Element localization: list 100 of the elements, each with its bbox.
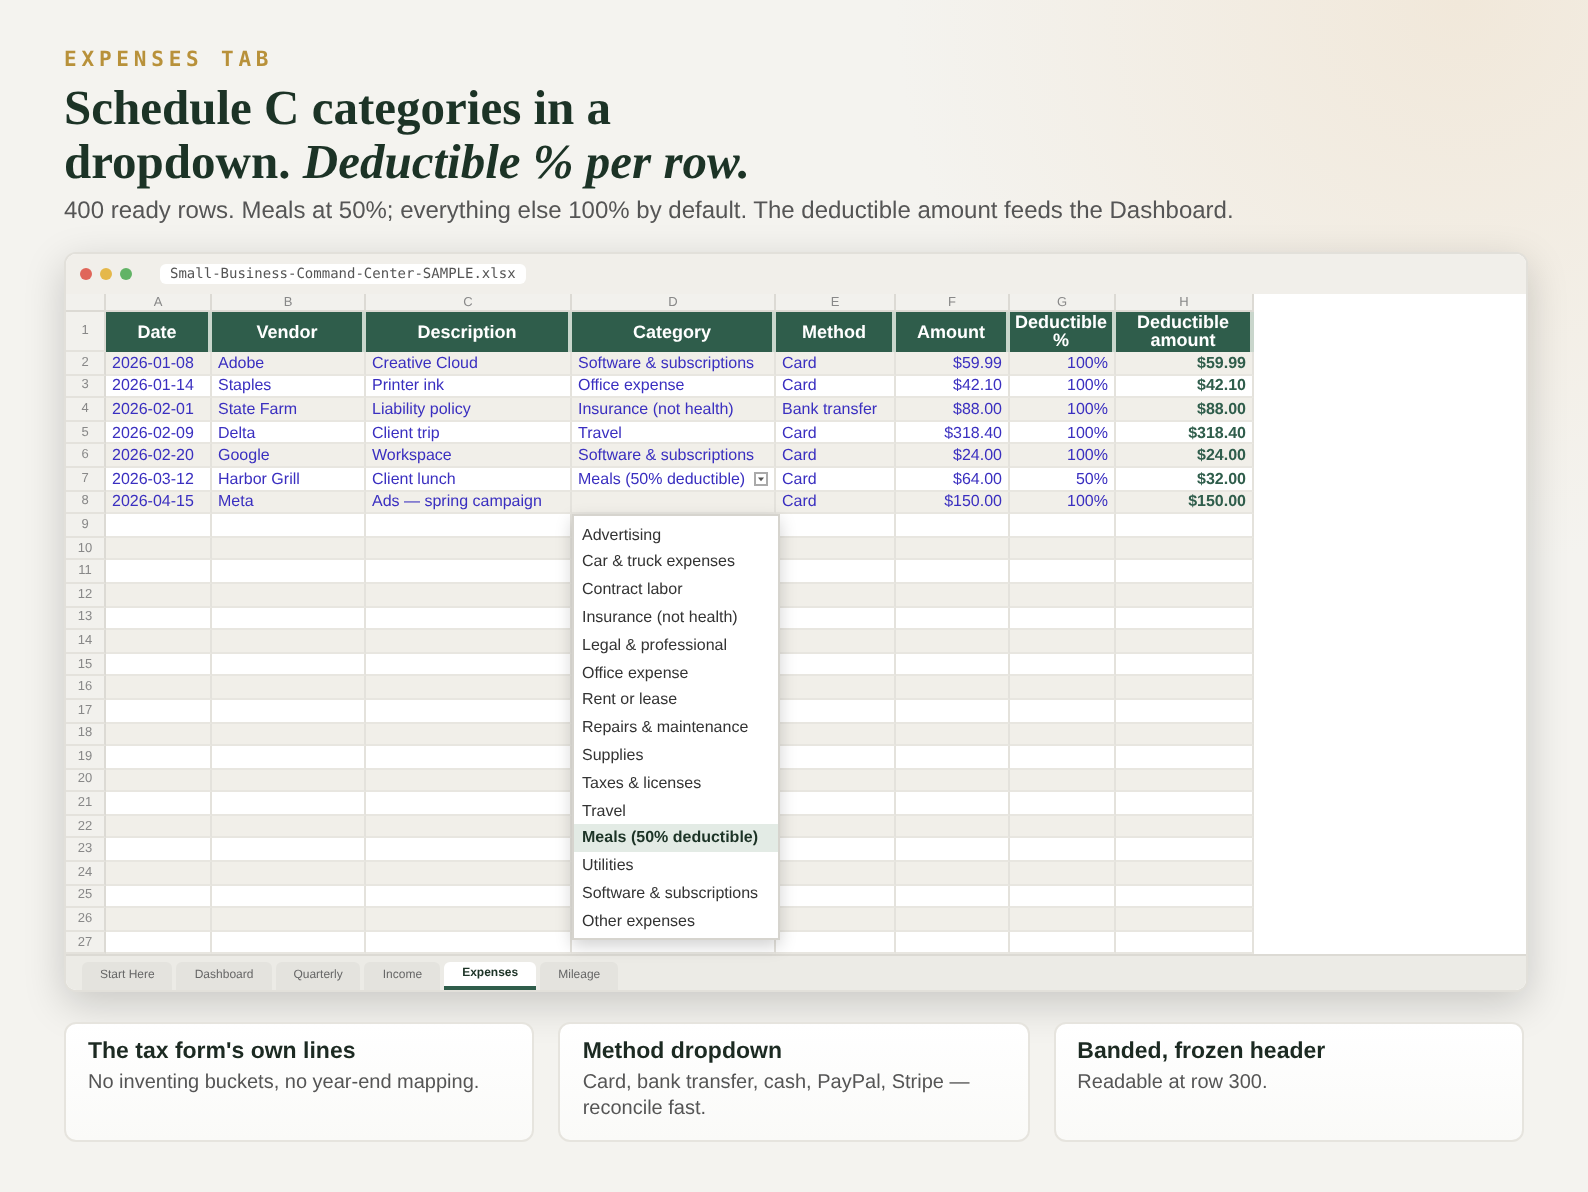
table-cell[interactable] xyxy=(366,723,572,747)
table-cell[interactable] xyxy=(1010,699,1116,723)
table-cell[interactable] xyxy=(1010,607,1116,631)
table-cell[interactable] xyxy=(1116,676,1254,700)
table-cell[interactable] xyxy=(366,630,572,654)
table-cell[interactable]: 100% xyxy=(1010,375,1116,399)
table-cell[interactable] xyxy=(1010,537,1116,561)
table-cell[interactable] xyxy=(1116,607,1254,631)
table-cell[interactable] xyxy=(896,815,1010,839)
table-cell[interactable]: Adobe xyxy=(212,352,366,376)
table-cell[interactable] xyxy=(366,792,572,816)
table-cell[interactable] xyxy=(106,792,212,816)
table-cell[interactable] xyxy=(366,514,572,538)
table-cell[interactable]: Bank transfer xyxy=(776,398,896,422)
table-cell[interactable] xyxy=(776,630,896,654)
table-cell[interactable]: Delta xyxy=(212,421,366,445)
table-cell[interactable] xyxy=(212,699,366,723)
table-cell[interactable]: Card xyxy=(776,467,896,492)
table-cell[interactable] xyxy=(106,815,212,839)
table-cell[interactable] xyxy=(1010,560,1116,584)
table-cell[interactable] xyxy=(896,908,1010,932)
table-cell[interactable] xyxy=(1010,838,1116,863)
table-cell[interactable]: 100% xyxy=(1010,398,1116,422)
table-cell[interactable] xyxy=(366,885,572,909)
table-cell[interactable] xyxy=(1116,746,1254,770)
table-cell[interactable]: $24.00 xyxy=(896,444,1010,468)
table-cell[interactable] xyxy=(212,769,366,793)
table-cell[interactable] xyxy=(896,723,1010,747)
table-cell[interactable] xyxy=(212,746,366,770)
table-cell[interactable] xyxy=(1116,769,1254,793)
table-cell[interactable] xyxy=(366,607,572,631)
table-cell[interactable]: Google xyxy=(212,444,366,468)
table-cell[interactable] xyxy=(366,908,572,932)
table-cell[interactable] xyxy=(106,862,212,886)
table-cell[interactable]: Workspace xyxy=(366,444,572,468)
dropdown-option[interactable]: Contract labor xyxy=(574,575,778,604)
table-cell[interactable] xyxy=(106,746,212,770)
table-cell[interactable]: $32.00 xyxy=(1116,467,1254,492)
table-cell[interactable] xyxy=(106,607,212,631)
table-cell[interactable] xyxy=(366,583,572,608)
table-cell[interactable] xyxy=(1116,723,1254,747)
table-cell[interactable] xyxy=(212,537,366,561)
table-cell[interactable] xyxy=(896,607,1010,631)
table-cell[interactable]: Office expense xyxy=(572,375,776,399)
minimize-dot-icon[interactable] xyxy=(100,268,112,280)
dropdown-option[interactable]: Car & truck expenses xyxy=(574,547,778,576)
table-cell[interactable] xyxy=(1010,769,1116,793)
table-cell[interactable] xyxy=(106,885,212,909)
table-cell[interactable]: Liability policy xyxy=(366,398,572,422)
dropdown-caret-icon[interactable] xyxy=(754,471,768,486)
table-cell[interactable]: Meta xyxy=(212,491,366,515)
table-cell[interactable]: Client lunch xyxy=(366,467,572,492)
table-cell[interactable] xyxy=(1116,560,1254,584)
table-cell[interactable] xyxy=(366,769,572,793)
table-cell[interactable]: $150.00 xyxy=(1116,491,1254,515)
table-cell[interactable] xyxy=(1010,723,1116,747)
table-cell[interactable]: $318.40 xyxy=(896,421,1010,445)
table-cell[interactable] xyxy=(1116,908,1254,932)
table-cell[interactable] xyxy=(1010,630,1116,654)
table-cell[interactable] xyxy=(572,491,776,515)
table-cell[interactable] xyxy=(896,630,1010,654)
table-cell[interactable] xyxy=(1010,885,1116,909)
table-cell[interactable] xyxy=(1010,908,1116,932)
table-cell[interactable] xyxy=(776,792,896,816)
table-cell[interactable]: $88.00 xyxy=(896,398,1010,422)
table-cell[interactable]: Creative Cloud xyxy=(366,352,572,376)
table-cell[interactable] xyxy=(106,931,212,955)
table-cell[interactable]: Meals (50% deductible) xyxy=(572,467,776,492)
table-cell[interactable]: $88.00 xyxy=(1116,398,1254,422)
table-cell[interactable] xyxy=(106,560,212,584)
table-cell[interactable] xyxy=(212,815,366,839)
table-cell[interactable]: $64.00 xyxy=(896,467,1010,492)
table-cell[interactable] xyxy=(1116,630,1254,654)
table-cell[interactable] xyxy=(776,862,896,886)
table-cell[interactable]: 100% xyxy=(1010,491,1116,515)
table-cell[interactable] xyxy=(776,676,896,700)
table-cell[interactable]: Card xyxy=(776,375,896,399)
dropdown-option[interactable]: Software & subscriptions xyxy=(574,879,778,907)
table-cell[interactable]: Printer ink xyxy=(366,375,572,399)
table-cell[interactable]: Insurance (not health) xyxy=(572,398,776,422)
dropdown-option[interactable]: Insurance (not health) xyxy=(574,603,778,631)
table-cell[interactable] xyxy=(1010,862,1116,886)
table-cell[interactable] xyxy=(106,514,212,538)
table-cell[interactable] xyxy=(1010,653,1116,677)
table-cell[interactable] xyxy=(366,537,572,561)
dropdown-option[interactable]: Other expenses xyxy=(574,906,778,935)
table-cell[interactable]: 2026-02-20 xyxy=(106,444,212,468)
table-cell[interactable]: 2026-01-08 xyxy=(106,352,212,376)
table-cell[interactable] xyxy=(212,723,366,747)
table-cell[interactable] xyxy=(896,792,1010,816)
table-cell[interactable] xyxy=(106,723,212,747)
table-cell[interactable] xyxy=(776,514,896,538)
table-cell[interactable] xyxy=(1116,815,1254,839)
table-cell[interactable]: Card xyxy=(776,421,896,445)
table-cell[interactable] xyxy=(896,560,1010,584)
table-cell[interactable] xyxy=(366,815,572,839)
table-cell[interactable] xyxy=(366,676,572,700)
table-cell[interactable] xyxy=(1010,931,1116,955)
table-cell[interactable]: $42.10 xyxy=(896,375,1010,399)
table-cell[interactable]: 2026-01-14 xyxy=(106,375,212,399)
